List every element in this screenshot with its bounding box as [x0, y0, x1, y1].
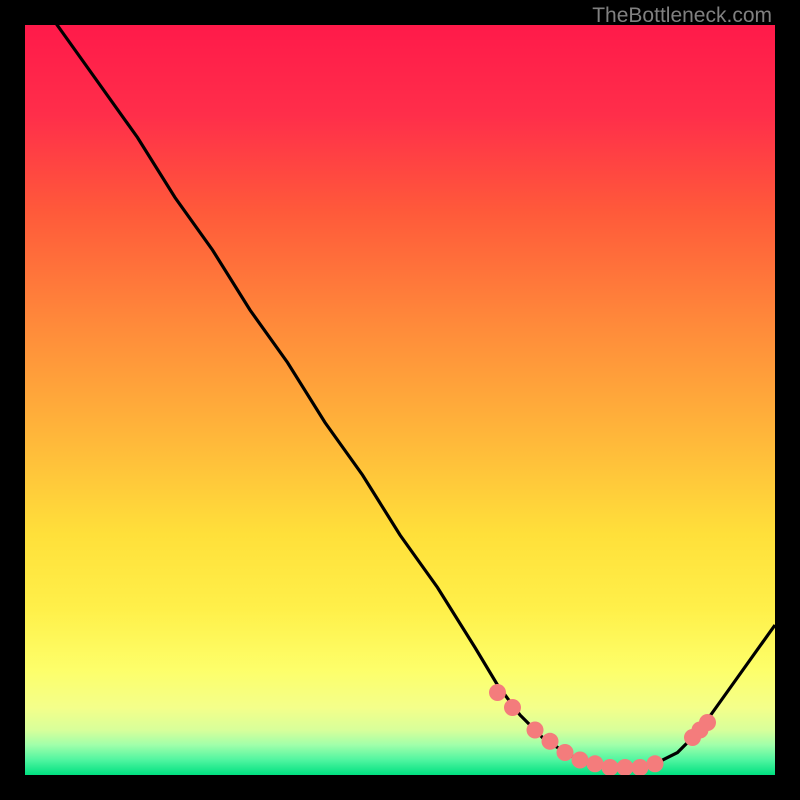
bottleneck-curve — [25, 25, 775, 775]
curve-marker — [572, 752, 589, 769]
curve-marker — [489, 684, 506, 701]
curve-marker — [602, 759, 619, 775]
curve-marker — [587, 755, 604, 772]
curve-marker — [504, 699, 521, 716]
curve-marker — [542, 733, 559, 750]
watermark-text: TheBottleneck.com — [592, 4, 772, 28]
chart-container: TheBottleneck.com — [0, 0, 800, 800]
curve-marker — [557, 744, 574, 761]
curve-marker — [699, 714, 716, 731]
plot-area — [25, 25, 775, 775]
curve-marker — [617, 759, 634, 775]
curve-marker — [647, 755, 664, 772]
curve-marker — [527, 722, 544, 739]
curve-marker — [632, 759, 649, 775]
